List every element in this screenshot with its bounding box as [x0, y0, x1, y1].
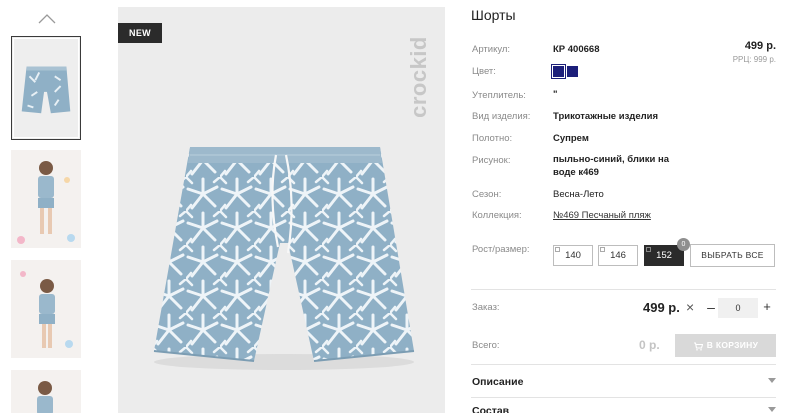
pattern-label: Рисунок:	[472, 155, 511, 166]
total-label: Всего:	[472, 340, 500, 351]
recommended-retail-price: РРЦ: 999 р.	[732, 55, 776, 64]
thumbnails-up-arrow-icon[interactable]	[38, 12, 56, 24]
collection-link[interactable]: №469 Песчаный пляж	[553, 209, 651, 222]
insulation-value: "	[553, 89, 558, 100]
fabric-label: Полотно:	[472, 133, 513, 144]
size-checkbox-icon	[600, 247, 605, 252]
select-all-button[interactable]: ВЫБРАТЬ ВСЕ	[690, 244, 775, 267]
thumbnail-1[interactable]	[11, 36, 81, 140]
quantity-decrease-button[interactable]: –	[705, 299, 717, 315]
total-value: 0 р.	[639, 338, 660, 352]
main-product-image[interactable]: NEW crockid	[118, 7, 445, 413]
model-side-thumbnail-image	[11, 260, 81, 358]
fabric-value: Супрем	[553, 133, 589, 144]
divider	[471, 397, 776, 398]
thumbnail-4[interactable]	[11, 370, 81, 413]
product-type-value: Трикотажные изделия	[553, 111, 659, 122]
shorts-thumbnail-image	[12, 37, 80, 139]
cart-icon	[693, 342, 703, 351]
product-price: 499 р.	[744, 40, 776, 52]
size-label: Рост/размер:	[472, 244, 530, 255]
quantity-input[interactable]	[718, 298, 758, 318]
article-value: КР 400668	[553, 44, 600, 55]
size-option-146[interactable]: 146	[598, 245, 638, 266]
size-count-badge: 0	[677, 238, 690, 251]
product-type-label: Вид изделия:	[472, 111, 531, 122]
season-value: Весна-Лето	[553, 189, 604, 200]
chevron-down-icon[interactable]	[768, 407, 776, 413]
shorts-photo	[118, 7, 445, 413]
spacer	[675, 328, 776, 329]
pattern-value: пыльно-синий, блики на воде к469	[553, 154, 670, 178]
new-badge: NEW	[118, 23, 162, 43]
collection-label: Коллекция:	[472, 210, 522, 221]
model-thumbnail-image	[11, 370, 81, 413]
product-title: Шорты	[471, 7, 516, 23]
composition-accordion-header[interactable]: Состав	[472, 405, 509, 413]
thumbnail-3[interactable]	[11, 260, 81, 358]
brand-watermark: crockid	[406, 36, 431, 118]
size-option-140[interactable]: 140	[553, 245, 593, 266]
order-price: 499 р.	[643, 300, 680, 315]
color-label: Цвет:	[472, 66, 496, 77]
remove-icon[interactable]: ×	[686, 299, 694, 315]
divider	[471, 289, 776, 290]
color-swatch[interactable]	[567, 66, 578, 77]
chevron-down-icon[interactable]	[768, 378, 776, 384]
order-label: Заказ:	[472, 302, 500, 313]
model-front-thumbnail-image	[11, 150, 81, 248]
color-swatch-selected[interactable]	[551, 64, 566, 79]
add-to-cart-button[interactable]: В КОРЗИНУ	[675, 334, 776, 357]
article-label: Артикул:	[472, 44, 511, 55]
quantity-increase-button[interactable]: +	[761, 299, 773, 314]
size-checkbox-icon	[555, 247, 560, 252]
season-label: Сезон:	[472, 189, 502, 200]
size-checkbox-icon	[646, 247, 651, 252]
thumbnail-2[interactable]	[11, 150, 81, 248]
divider	[471, 364, 776, 365]
description-accordion-header[interactable]: Описание	[472, 376, 523, 388]
insulation-label: Утеплитель:	[472, 90, 526, 101]
